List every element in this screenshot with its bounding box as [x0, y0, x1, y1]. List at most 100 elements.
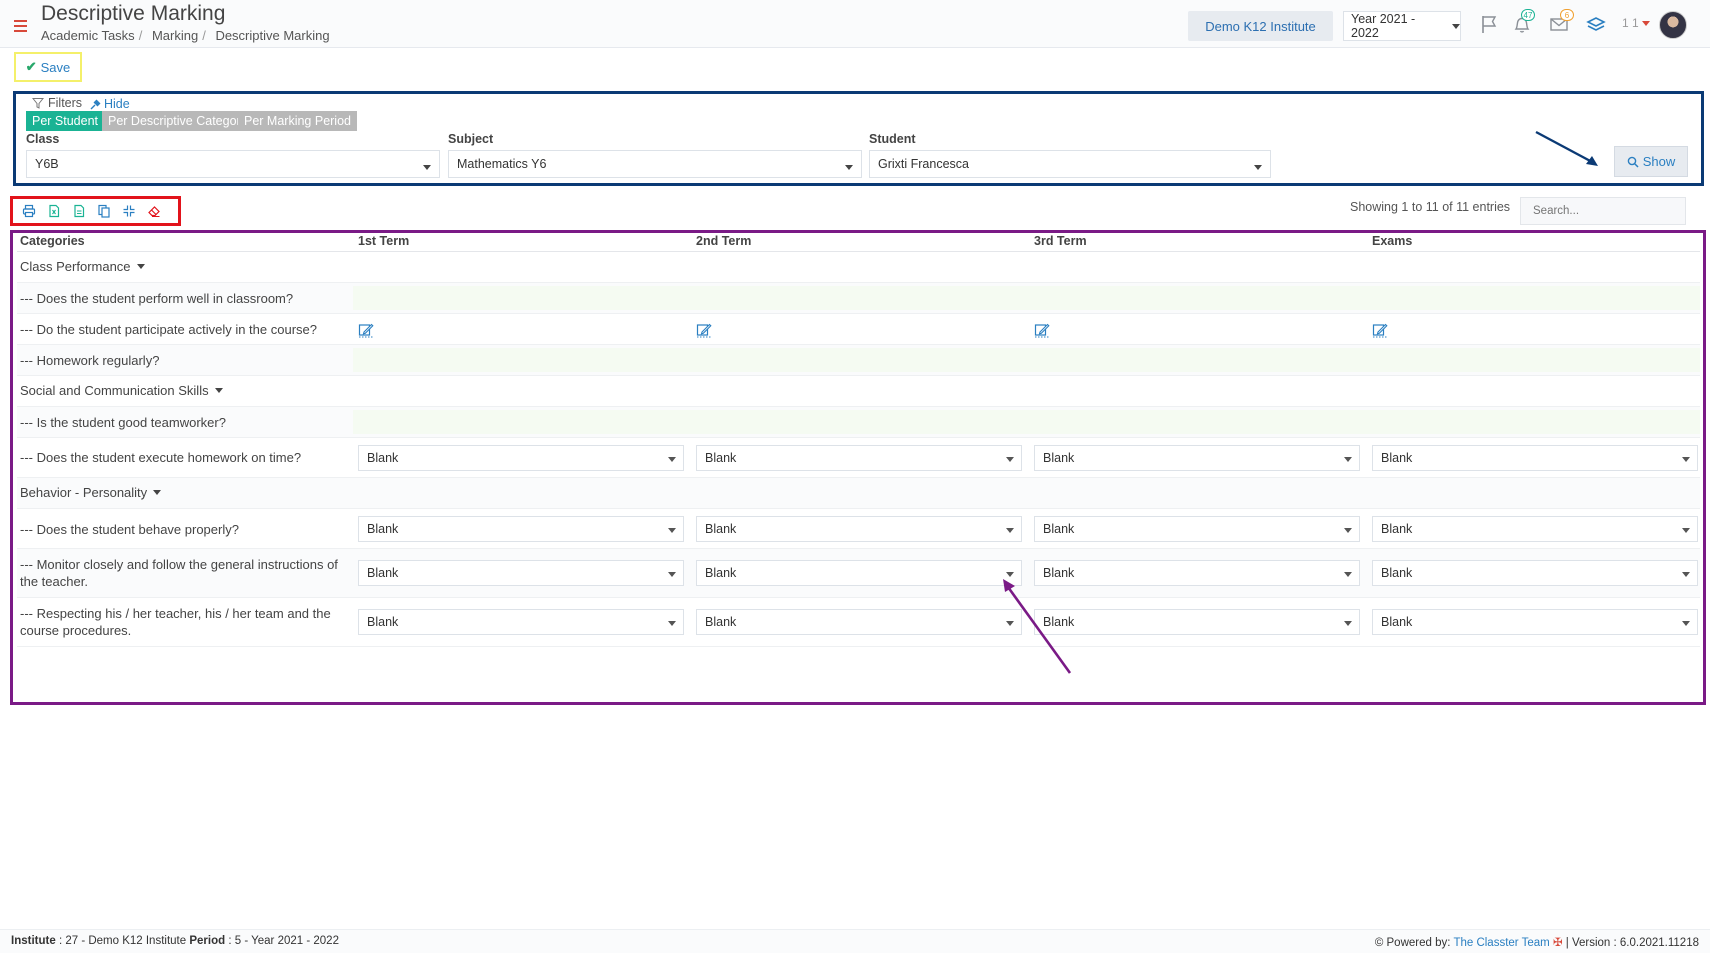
mark-select-exams[interactable]: Blank — [1372, 445, 1698, 471]
table-row: Class Performance — [17, 252, 1700, 283]
subject-label: Subject — [448, 132, 494, 146]
arrow-annotation-icon — [1535, 130, 1598, 166]
team-link[interactable]: The Classter Team — [1453, 937, 1549, 949]
chevron-down-icon — [668, 457, 676, 462]
csv-icon[interactable] — [71, 203, 87, 219]
table-row: --- Monitor closely and follow the gener… — [17, 549, 1700, 598]
empty-cells — [353, 286, 1700, 310]
institute-button[interactable]: Demo K12 Institute — [1188, 11, 1333, 41]
period-footer-value: : 5 - Year 2021 - 2022 — [228, 935, 339, 947]
eraser-icon[interactable] — [146, 203, 162, 219]
mark-value: Blank — [1043, 522, 1075, 536]
classter-logo-icon: ✠ — [1552, 937, 1563, 949]
mark-select-1st-term[interactable]: Blank — [358, 445, 684, 471]
mark-select-1st-term[interactable]: Blank — [358, 516, 684, 542]
institute-footer-value: : 27 - Demo K12 Institute — [58, 935, 187, 947]
mark-value: Blank — [367, 615, 399, 629]
edit-icon[interactable] — [696, 322, 712, 338]
mark-value: Blank — [705, 522, 737, 536]
flag-icon[interactable] — [1478, 13, 1500, 35]
chevron-down-icon — [668, 621, 676, 626]
hide-filters-link[interactable]: Hide — [90, 97, 130, 111]
question-label: --- Monitor closely and follow the gener… — [20, 557, 338, 589]
search-input[interactable] — [1520, 197, 1686, 225]
filter-icon — [32, 98, 44, 109]
edit-icon[interactable] — [1034, 322, 1050, 338]
student-select[interactable]: Grixti Francesca — [869, 150, 1271, 178]
category-toggle[interactable]: Behavior - Personality — [20, 485, 162, 500]
filters-panel: Filters Hide Per Student Per Descriptive… — [13, 91, 1704, 186]
mark-select-exams[interactable]: Blank — [1372, 560, 1698, 586]
category-toggle[interactable]: Social and Communication Skills — [20, 383, 223, 398]
category-label: Behavior - Personality — [20, 485, 148, 500]
excel-icon[interactable] — [46, 203, 62, 219]
mark-select-3rd-term[interactable]: Blank — [1034, 445, 1360, 471]
mark-value: Blank — [1043, 451, 1075, 465]
save-label: Save — [40, 59, 71, 75]
tab-per-student[interactable]: Per Student — [26, 111, 105, 131]
pin-icon — [90, 99, 101, 109]
avatar[interactable] — [1659, 11, 1687, 39]
year-select-value: Year 2021 - 2022 — [1351, 12, 1416, 40]
category-label: Social and Communication Skills — [20, 383, 209, 398]
chevron-down-icon — [136, 264, 145, 269]
layers-icon[interactable] — [1585, 13, 1607, 35]
edit-icon[interactable] — [358, 322, 374, 338]
question-label: --- Does the student perform well in cla… — [20, 291, 294, 306]
chevron-down-icon — [1452, 23, 1460, 29]
copyright-icon: © — [1374, 937, 1384, 949]
mark-value: Blank — [705, 566, 737, 580]
footer-credits: © Powered by: The Classter Team ✠ | Vers… — [1375, 935, 1699, 949]
user-menu[interactable]: 1 1 — [1622, 16, 1650, 30]
show-button[interactable]: Show — [1614, 146, 1688, 177]
footer-info: Institute : 27 - Demo K12 Institute Peri… — [11, 935, 339, 947]
subject-select[interactable]: Mathematics Y6 — [448, 150, 862, 178]
mark-select-2nd-term[interactable]: Blank — [696, 516, 1022, 542]
mark-select-1st-term[interactable]: Blank — [358, 609, 684, 635]
breadcrumb: Academic Tasks / Marking / Descriptive Mar… — [41, 28, 330, 43]
table-row: Social and Communication Skills — [17, 376, 1700, 407]
compress-icon[interactable] — [121, 203, 137, 219]
mark-select-3rd-term[interactable]: Blank — [1034, 516, 1360, 542]
question-label: --- Does the student behave properly? — [20, 522, 239, 537]
mark-value: Blank — [367, 451, 399, 465]
menu-icon[interactable] — [14, 20, 27, 32]
question-label: --- Respecting his / her teacher, his / … — [20, 606, 331, 638]
column-header-categories: Categories — [20, 234, 85, 248]
chevron-down-icon — [1682, 572, 1690, 577]
class-select[interactable]: Y6B — [26, 150, 440, 178]
edit-icon[interactable] — [1372, 322, 1388, 338]
mark-select-2nd-term[interactable]: Blank — [696, 609, 1022, 635]
chevron-down-icon — [845, 165, 853, 170]
question-label: --- Is the student good teamworker? — [20, 415, 226, 430]
filters-header: Filters — [32, 96, 82, 110]
version-label: | Version : 6.0.2021.11218 — [1565, 937, 1699, 949]
mark-select-exams[interactable]: Blank — [1372, 609, 1698, 635]
mark-value: Blank — [705, 451, 737, 465]
print-icon[interactable] — [21, 203, 37, 219]
student-label: Student — [869, 132, 916, 146]
copy-icon[interactable] — [96, 203, 112, 219]
breadcrumb-item-marking[interactable]: Marking — [152, 28, 198, 43]
mark-select-2nd-term[interactable]: Blank — [696, 445, 1022, 471]
tab-per-descriptive-category[interactable]: Per Descriptive Category — [102, 111, 253, 131]
year-select[interactable]: Year 2021 - 2022 — [1343, 11, 1461, 41]
mark-select-2nd-term[interactable]: Blank — [696, 560, 1022, 586]
marking-table: Categories 1st Term 2nd Term 3rd Term Ex… — [10, 230, 1706, 705]
mark-select-1st-term[interactable]: Blank — [358, 560, 684, 586]
breadcrumb-item-academic-tasks[interactable]: Academic Tasks — [41, 28, 135, 43]
powered-by-label: Powered by: — [1386, 937, 1451, 949]
chevron-down-icon — [153, 490, 162, 495]
category-toggle[interactable]: Class Performance — [20, 259, 145, 274]
top-header: Descriptive Marking Academic Tasks / Mark… — [0, 0, 1710, 48]
question-label: --- Do the student participate actively … — [20, 322, 317, 337]
table-row: --- Does the student execute homework on… — [17, 438, 1700, 478]
tab-per-marking-period[interactable]: Per Marking Period — [238, 111, 357, 131]
mark-select-exams[interactable]: Blank — [1372, 516, 1698, 542]
mark-value: Blank — [1381, 451, 1413, 465]
chevron-down-icon — [1344, 457, 1352, 462]
table-row: --- Is the student good teamworker? — [17, 407, 1700, 438]
chevron-down-icon — [1006, 528, 1014, 533]
save-button[interactable]: ✔ Save — [14, 52, 82, 82]
table-toolbar — [10, 196, 181, 226]
